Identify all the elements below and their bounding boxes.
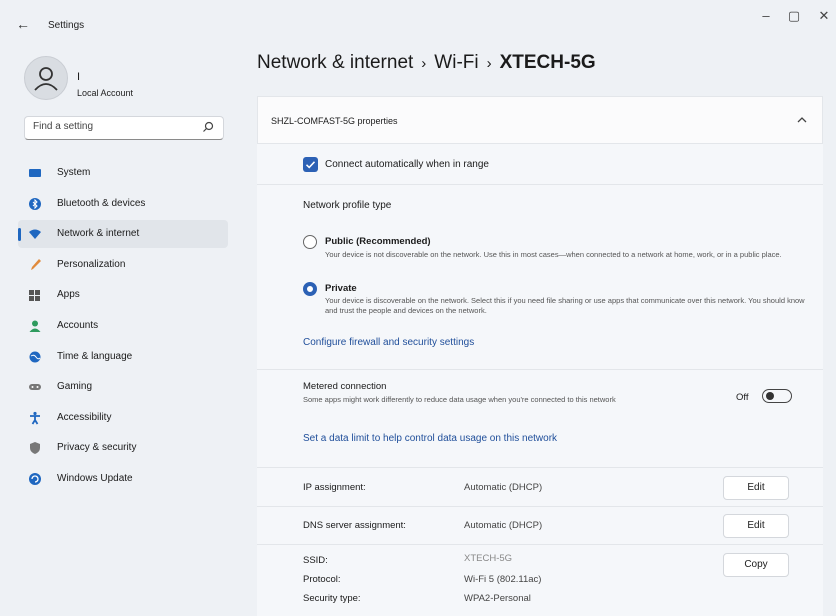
metered-connection-description: Some apps might work differently to redu…: [303, 395, 616, 404]
user-name: I: [77, 71, 81, 83]
globe-icon: [28, 350, 42, 364]
divider: [257, 506, 823, 507]
back-arrow-icon[interactable]: ←: [16, 16, 30, 32]
public-description: Your device is not discoverable on the n…: [325, 250, 782, 259]
title-bar: ← Settings – ▢ ✕: [0, 0, 836, 44]
properties-title: SHZL-COMFAST-5G properties: [271, 116, 398, 126]
sidebar-item-label: Accessibility: [57, 411, 112, 423]
divider: [257, 184, 823, 185]
accessibility-icon: [28, 411, 42, 425]
connect-automatically-checkbox[interactable]: [303, 157, 318, 172]
properties-header[interactable]: SHZL-COMFAST-5G properties: [257, 96, 823, 144]
ssid-label: SSID:: [303, 555, 328, 566]
protocol-label: Protocol:: [303, 574, 341, 585]
ip-edit-button[interactable]: Edit: [723, 476, 789, 500]
update-icon: [28, 472, 42, 486]
user-account-type: Local Account: [77, 88, 134, 98]
metered-connection-title: Metered connection: [303, 381, 387, 392]
private-radio[interactable]: [303, 282, 317, 296]
sidebar-item-windows-update[interactable]: Windows Update: [18, 465, 228, 493]
properties-panel: SHZL-COMFAST-5G properties Connect autom…: [257, 96, 823, 616]
close-button[interactable]: ✕: [806, 8, 836, 24]
dns-assignment-label: DNS server assignment:: [303, 520, 406, 531]
sidebar: I Local Account System Bluetooth & device…: [0, 44, 238, 616]
ip-assignment-label: IP assignment:: [303, 482, 366, 493]
wifi-icon: [28, 227, 42, 241]
dns-assignment-value: Automatic (DHCP): [464, 520, 543, 531]
shield-icon: [28, 441, 42, 455]
connect-automatically-label: Connect automatically when in range: [325, 159, 489, 170]
system-icon: [28, 166, 42, 180]
security-type-label: Security type:: [303, 593, 361, 604]
apps-icon: [28, 288, 42, 302]
app-title: Settings: [48, 20, 85, 31]
sidebar-item-label: Gaming: [57, 381, 93, 393]
breadcrumb-separator: ›: [421, 55, 427, 72]
sidebar-item-accounts[interactable]: Accounts: [18, 312, 228, 340]
bluetooth-icon: [28, 197, 42, 211]
breadcrumb: Network & internet › Wi-Fi › XTECH-5G: [257, 52, 596, 74]
sidebar-item-privacy-and-security[interactable]: Privacy & security: [18, 434, 228, 462]
ssid-value: XTECH-5G: [464, 553, 513, 564]
public-radio[interactable]: [303, 235, 317, 249]
sidebar-item-accessibility[interactable]: Accessibility: [18, 404, 228, 432]
metered-toggle-state: Off: [736, 392, 749, 403]
divider: [257, 369, 823, 370]
sidebar-item-label: Accounts: [57, 319, 99, 331]
sidebar-item-apps[interactable]: Apps: [18, 281, 228, 309]
sidebar-item-label: System: [57, 167, 91, 178]
search-box[interactable]: [24, 116, 224, 140]
dns-edit-button[interactable]: Edit: [723, 514, 789, 538]
brush-icon: [28, 258, 42, 272]
sidebar-item-network-and-internet[interactable]: Network & internet: [18, 220, 228, 249]
sidebar-item-label: Bluetooth & devices: [57, 197, 146, 209]
security-type-value: WPA2-Personal: [464, 593, 531, 604]
metered-connection-toggle[interactable]: [762, 389, 792, 403]
breadcrumb-separator: ›: [486, 55, 492, 72]
sidebar-item-time-and-language[interactable]: Time & language: [18, 343, 228, 371]
sidebar-item-label: Apps: [57, 289, 80, 301]
page-title: XTECH-5G: [499, 52, 596, 73]
user-icon: [34, 67, 58, 91]
avatar[interactable]: [24, 56, 68, 100]
gamepad-icon: [28, 380, 42, 394]
sidebar-item-label: Windows Update: [57, 472, 133, 484]
sidebar-item-label: Network & internet: [57, 228, 140, 240]
data-limit-link[interactable]: Set a data limit to help control data us…: [303, 433, 557, 444]
sidebar-item-bluetooth-and-devices[interactable]: Bluetooth & devices: [18, 190, 228, 218]
sidebar-item-gaming[interactable]: Gaming: [18, 373, 228, 401]
firewall-settings-link[interactable]: Configure firewall and security settings: [303, 337, 474, 348]
private-label: Private: [325, 283, 357, 294]
sidebar-item-label: Personalization: [57, 258, 126, 270]
search-icon[interactable]: [201, 120, 215, 136]
ip-assignment-value: Automatic (DHCP): [464, 482, 543, 493]
sidebar-item-label: Privacy & security: [57, 442, 137, 454]
protocol-value: Wi-Fi 5 (802.11ac): [464, 574, 542, 585]
accounts-icon: [28, 319, 42, 333]
sidebar-item-system[interactable]: System: [18, 159, 228, 187]
sidebar-item-personalization[interactable]: Personalization: [18, 251, 228, 279]
chevron-up-icon[interactable]: [796, 115, 808, 125]
copy-button[interactable]: Copy: [723, 553, 789, 577]
divider: [257, 467, 823, 468]
public-label: Public (Recommended): [325, 236, 431, 247]
check-icon: [305, 161, 316, 169]
nav-list: System Bluetooth & devices Network & inter…: [18, 159, 228, 496]
sidebar-item-label: Time & language: [57, 350, 133, 362]
divider: [257, 544, 823, 545]
breadcrumb-network[interactable]: Network & internet: [257, 52, 413, 73]
breadcrumb-wifi[interactable]: Wi-Fi: [434, 52, 478, 73]
private-description: Your device is discoverable on the netwo…: [325, 296, 805, 315]
search-input[interactable]: [33, 121, 193, 132]
network-profile-title: Network profile type: [303, 200, 392, 211]
